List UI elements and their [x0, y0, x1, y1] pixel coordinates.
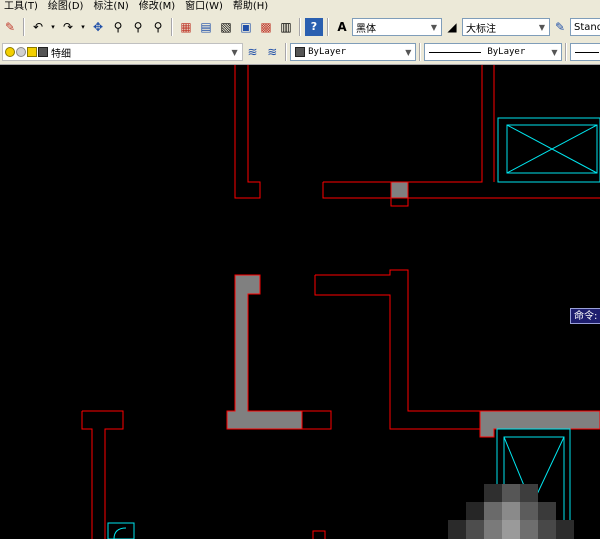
wall-outline: [312, 530, 326, 539]
sheet-set-icon[interactable]: ▣: [237, 18, 255, 36]
menu-draw[interactable]: 绘图(D): [44, 0, 90, 14]
redo-dropdown-icon[interactable]: ▾: [79, 18, 87, 36]
toolbar-separator: [299, 18, 301, 36]
wall-outline: [314, 275, 480, 430]
menu-help[interactable]: 帮助(H): [229, 0, 274, 14]
toolbar-separator: [285, 43, 288, 61]
table-style-icon[interactable]: ✎: [551, 18, 569, 36]
column-fill: [390, 181, 409, 199]
chevron-down-icon: ▼: [551, 47, 558, 57]
menu-bar: 工具(T) 绘图(D) 标注(N) 修改(M) 窗口(W) 帮助(H): [0, 0, 600, 14]
chevron-down-icon: ▼: [231, 47, 238, 57]
chevron-down-icon: ▼: [538, 22, 546, 32]
text-style-icon[interactable]: A: [333, 18, 351, 36]
toolbar-separator: [171, 18, 173, 36]
zoom-realtime-icon[interactable]: ⚲: [109, 18, 127, 36]
undo-icon[interactable]: ↶: [29, 18, 47, 36]
wall-outline: [407, 65, 600, 199]
markup-icon[interactable]: ▩: [257, 18, 275, 36]
redo-icon[interactable]: ↷: [59, 18, 77, 36]
layer-on-icon: [5, 47, 15, 57]
drawing-canvas[interactable]: 命令:: [0, 65, 600, 539]
wall-outline: [315, 269, 482, 412]
pan-icon[interactable]: ✥: [89, 18, 107, 36]
make-current-layer-icon[interactable]: ≋: [244, 43, 262, 61]
layer-freeze-icon: [16, 47, 26, 57]
toolbar-separator: [23, 18, 25, 36]
layer-lock-icon: [27, 47, 37, 57]
properties-icon[interactable]: ▦: [177, 18, 195, 36]
wall-fill: [479, 410, 600, 438]
standard-toolbar: ✎ ↶ ▾ ↷ ▾ ✥ ⚲ ⚲ ⚲ ▦ ▤ ▧ ▣ ▩ ▥ ? A 黑体 ▼ ◢…: [0, 14, 600, 41]
linetype-select[interactable]: ByLayer ▼: [424, 43, 563, 61]
wall-outline: [81, 411, 93, 539]
menu-tools[interactable]: 工具(T): [0, 0, 44, 14]
wall-fill: [226, 274, 303, 430]
menu-dimension[interactable]: 标注(N): [89, 0, 134, 14]
wall-outline: [390, 197, 409, 207]
chevron-down-icon: ▼: [405, 47, 412, 57]
calculator-icon[interactable]: ▥: [277, 18, 295, 36]
color-select[interactable]: ByLayer ▼: [290, 43, 417, 61]
text-style-select[interactable]: 黑体 ▼: [352, 18, 442, 36]
linetype-value: ByLayer: [487, 47, 526, 57]
wall-outline: [322, 181, 392, 199]
color-value: ByLayer: [308, 47, 347, 57]
dim-style-select[interactable]: 大标注 ▼: [462, 18, 550, 36]
linetype-preview: [429, 51, 482, 53]
zoom-window-icon[interactable]: ⚲: [129, 18, 147, 36]
command-label: 命令:: [570, 308, 600, 324]
layer-color-swatch: [38, 47, 48, 57]
help-icon[interactable]: ?: [305, 18, 323, 36]
mosaic-blur: [448, 484, 574, 539]
design-center-icon[interactable]: ▤: [197, 18, 215, 36]
wall-outline: [82, 410, 124, 539]
fixture-outline: [497, 117, 600, 183]
current-layer-value: 特细: [51, 48, 71, 60]
layers-toolbar: 特细 ▼ ≋ ≋ ByLayer ▼ ByLayer ▼: [0, 40, 600, 65]
toolbar-separator: [419, 43, 422, 61]
toolbar-separator: [565, 43, 568, 61]
tool-palettes-icon[interactable]: ▧: [217, 18, 235, 36]
text-style-value: 黑体: [356, 23, 376, 35]
undo-dropdown-icon[interactable]: ▾: [49, 18, 57, 36]
layer-select[interactable]: 特细 ▼: [2, 43, 243, 61]
menu-modify[interactable]: 修改(M): [135, 0, 181, 14]
toolbar-separator: [327, 18, 329, 36]
dim-style-value: 大标注: [466, 23, 496, 35]
chevron-down-icon: ▼: [430, 22, 438, 32]
fixture-outline: [107, 522, 135, 539]
wall-outline: [234, 65, 261, 199]
table-style-value: Stand: [574, 21, 600, 33]
layer-state-icons: [3, 47, 48, 57]
menu-window[interactable]: 窗口(W): [181, 0, 229, 14]
match-properties-icon[interactable]: ✎: [1, 18, 19, 36]
layer-previous-icon[interactable]: ≋: [263, 43, 281, 61]
wall-outline: [301, 410, 332, 430]
lineweight-preview: [575, 51, 600, 53]
table-style-select[interactable]: Stand: [570, 18, 600, 36]
dim-style-icon[interactable]: ◢: [443, 18, 461, 36]
lineweight-select[interactable]: [570, 43, 600, 61]
fixture-cross: [113, 527, 127, 539]
color-swatch: [295, 47, 306, 57]
zoom-previous-icon[interactable]: ⚲: [149, 18, 167, 36]
floor-plan-drawing: [81, 65, 600, 539]
